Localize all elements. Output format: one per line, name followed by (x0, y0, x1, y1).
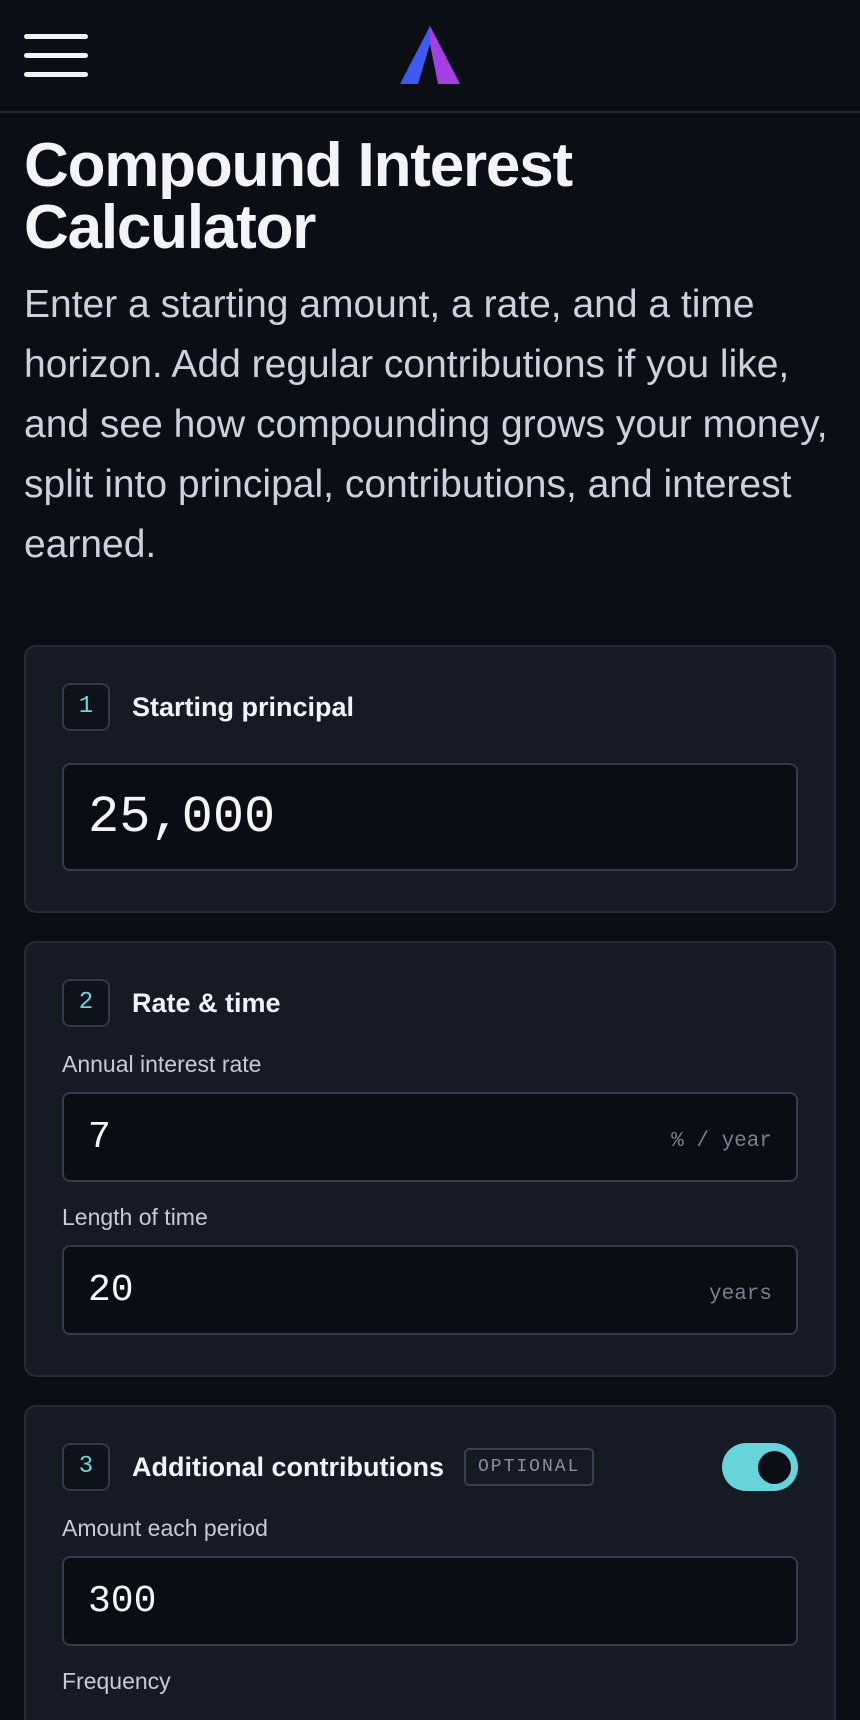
time-label: Length of time (62, 1204, 208, 1230)
page-title: Compound Interest Calculator (24, 131, 573, 262)
principal-value[interactable]: 25,000 (88, 788, 772, 847)
step-header: 1 Starting principal (62, 683, 798, 731)
amount-value[interactable]: 300 (88, 1580, 772, 1623)
contributions-card: 3 Additional contributions OPTIONAL Amou… (24, 1405, 836, 1720)
rate-suffix: % / year (671, 1129, 772, 1153)
rate-value[interactable]: 7 (88, 1116, 671, 1159)
step-header: 3 Additional contributions OPTIONAL (62, 1443, 798, 1491)
top-bar (0, 0, 860, 113)
toggle-knob (758, 1451, 791, 1484)
principal-input[interactable]: 25,000 (62, 763, 798, 871)
step-title: Additional contributions (132, 1451, 444, 1482)
step-number: 3 (62, 1443, 110, 1491)
rate-label: Annual interest rate (62, 1051, 262, 1077)
rate-time-card: 2 Rate & time Annual interest rate 7 % /… (24, 941, 836, 1377)
amount-input[interactable]: 300 (62, 1556, 798, 1646)
principal-card: 1 Starting principal 25,000 (24, 645, 836, 913)
contributions-toggle[interactable] (722, 1443, 798, 1491)
time-value[interactable]: 20 (88, 1269, 709, 1312)
step-title: Starting principal (132, 691, 355, 722)
time-input[interactable]: 20 years (62, 1245, 798, 1335)
time-suffix: years (708, 1282, 772, 1306)
main-content: Compound Interest Calculator Enter a sta… (0, 135, 860, 1720)
frequency-label: Frequency (62, 1668, 171, 1694)
amount-label: Amount each period (62, 1515, 268, 1541)
hamburger-menu-icon[interactable] (24, 34, 88, 78)
brand-logo-icon[interactable] (400, 26, 460, 84)
step-number: 1 (62, 683, 110, 731)
rate-input[interactable]: 7 % / year (62, 1092, 798, 1182)
intro-text: Enter a starting amount, a rate, and a t… (24, 283, 828, 566)
step-title: Rate & time (132, 987, 281, 1018)
step-number: 2 (62, 979, 110, 1027)
optional-badge: OPTIONAL (463, 1448, 595, 1486)
step-header: 2 Rate & time (62, 979, 798, 1027)
